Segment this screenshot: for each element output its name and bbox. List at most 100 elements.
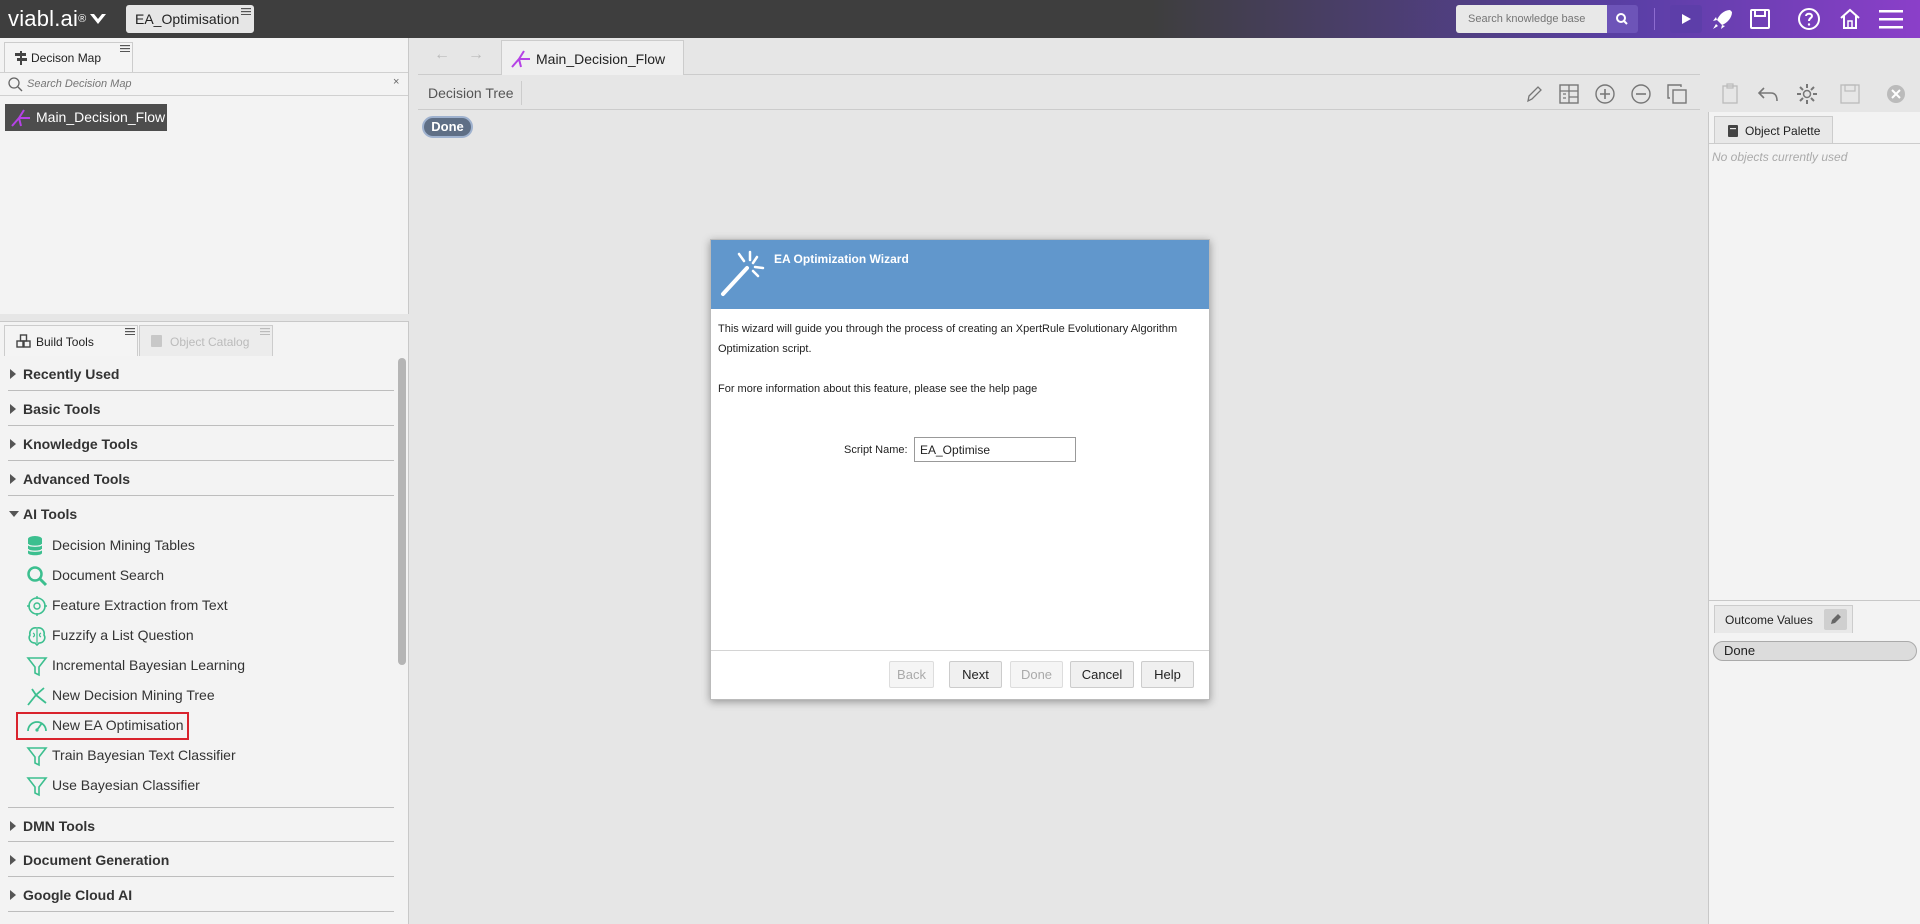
tool-label: New Decision Mining Tree bbox=[52, 687, 215, 703]
category-ai-tools[interactable]: AI Tools bbox=[8, 496, 394, 531]
category-basic-tools[interactable]: Basic Tools bbox=[8, 391, 394, 426]
build-tools-list: Recently Used Basic Tools Knowledge Tool… bbox=[0, 356, 395, 924]
toolbar-divider bbox=[521, 81, 522, 105]
tool-incremental-bayesian-learning[interactable]: Incremental Bayesian Learning bbox=[0, 651, 395, 681]
category-dmn-tools[interactable]: DMN Tools bbox=[8, 807, 394, 842]
category-advanced-tools[interactable]: Advanced Tools bbox=[8, 461, 394, 496]
edit-button[interactable] bbox=[1522, 82, 1546, 106]
menu-icon[interactable] bbox=[241, 8, 251, 15]
tab-object-palette-label: Object Palette bbox=[1745, 124, 1821, 138]
dialog-body: This wizard will guide you through the p… bbox=[718, 319, 1198, 419]
tool-fuzzify-list-question[interactable]: Fuzzify a List Question bbox=[0, 621, 395, 651]
menu-icon[interactable] bbox=[125, 328, 135, 335]
next-button[interactable]: Next bbox=[949, 661, 1002, 688]
tool-document-search[interactable]: Document Search bbox=[0, 561, 395, 591]
category-label: Knowledge Tools bbox=[23, 436, 138, 452]
copy-button[interactable] bbox=[1665, 82, 1689, 106]
script-name-input[interactable] bbox=[914, 437, 1076, 462]
menu-icon[interactable] bbox=[260, 328, 270, 335]
search-decision-map-input[interactable] bbox=[27, 76, 367, 92]
settings-button[interactable] bbox=[1795, 82, 1819, 106]
tab-object-catalog[interactable]: Object Catalog bbox=[139, 325, 273, 356]
empty-palette-text: No objects currently used bbox=[1712, 150, 1848, 164]
save-diagram-button[interactable] bbox=[1838, 82, 1862, 106]
expand-arrow-icon bbox=[10, 369, 16, 379]
expand-arrow-icon bbox=[10, 890, 16, 900]
decision-map-item-label: Main_Decision_Flow bbox=[36, 109, 166, 125]
ea-optimization-wizard-dialog: EA Optimization Wizard This wizard will … bbox=[710, 239, 1210, 700]
undo-icon bbox=[1757, 87, 1778, 102]
tab-main-decision-flow[interactable]: Main_Decision_Flow bbox=[501, 40, 684, 75]
tool-label: Fuzzify a List Question bbox=[52, 627, 194, 643]
hamburger-icon bbox=[1879, 10, 1903, 29]
home-icon bbox=[1840, 8, 1860, 29]
outcome-values-panel: Outcome Values Done bbox=[1708, 600, 1920, 924]
paste-button[interactable] bbox=[1718, 82, 1742, 106]
back-arrow-icon[interactable]: ← bbox=[434, 46, 450, 64]
run-button[interactable] bbox=[1670, 5, 1702, 33]
undo-button[interactable] bbox=[1756, 82, 1780, 106]
zoom-in-button[interactable] bbox=[1593, 82, 1617, 106]
copy-icon bbox=[1667, 84, 1687, 104]
tool-new-decision-mining-tree[interactable]: New Decision Mining Tree bbox=[0, 681, 395, 711]
dialog-footer-divider bbox=[711, 650, 1209, 651]
help-icon bbox=[1798, 8, 1820, 30]
done-button[interactable]: Done bbox=[1010, 661, 1063, 688]
tool-feature-extraction[interactable]: Feature Extraction from Text bbox=[0, 591, 395, 621]
expand-arrow-icon bbox=[10, 474, 16, 484]
zoom-in-icon bbox=[1595, 84, 1615, 104]
collapse-arrow-icon bbox=[9, 511, 19, 517]
category-label: AI Tools bbox=[23, 506, 78, 522]
tool-new-ea-optimisation[interactable]: New EA Optimisation bbox=[0, 711, 395, 741]
help-button[interactable]: Help bbox=[1141, 661, 1194, 688]
search-knowledge-base-input[interactable] bbox=[1456, 5, 1607, 33]
help-info-text: For more information about this feature,… bbox=[718, 383, 1038, 395]
category-google-cloud-ai[interactable]: Google Cloud AI bbox=[8, 877, 394, 912]
forward-arrow-icon[interactable]: → bbox=[468, 46, 484, 64]
edit-outcomes-button[interactable] bbox=[1824, 609, 1847, 630]
category-recently-used[interactable]: Recently Used bbox=[8, 356, 394, 391]
decision-flow-icon bbox=[511, 50, 530, 68]
save-icon bbox=[1840, 84, 1860, 104]
outcome-value-item[interactable]: Done bbox=[1713, 641, 1917, 661]
tab-outcome-values[interactable]: Outcome Values bbox=[1714, 605, 1853, 633]
tab-decision-map[interactable]: Decison Map bbox=[4, 42, 133, 72]
tab-object-palette[interactable]: Object Palette bbox=[1714, 116, 1833, 144]
help-button[interactable] bbox=[1794, 5, 1824, 33]
search-button[interactable] bbox=[1607, 5, 1638, 33]
decision-map-item[interactable]: Main_Decision_Flow bbox=[5, 104, 167, 131]
tool-train-bayesian-text-classifier[interactable]: Train Bayesian Text Classifier bbox=[0, 741, 395, 771]
tool-label: Incremental Bayesian Learning bbox=[52, 657, 246, 673]
deploy-button[interactable] bbox=[1708, 5, 1738, 33]
dialog-title: EA Optimization Wizard bbox=[774, 252, 909, 266]
cancel-button[interactable]: Cancel bbox=[1070, 661, 1134, 688]
knowledge-base-tab[interactable]: EA_Optimisation bbox=[126, 5, 254, 33]
tool-label: Train Bayesian Text Classifier bbox=[52, 747, 236, 763]
layout-button[interactable] bbox=[1557, 82, 1581, 106]
tool-decision-mining-tables[interactable]: Decision Mining Tables bbox=[0, 531, 395, 561]
search-icon bbox=[1616, 13, 1628, 25]
app-logo[interactable]: viabl.ai ® bbox=[8, 6, 108, 32]
tool-use-bayesian-classifier[interactable]: Use Bayesian Classifier bbox=[0, 771, 395, 801]
save-button[interactable] bbox=[1745, 5, 1775, 33]
category-label: Basic Tools bbox=[23, 401, 101, 417]
tab-build-tools[interactable]: Build Tools bbox=[4, 325, 138, 356]
done-node[interactable]: Done bbox=[422, 116, 473, 138]
close-editor-button[interactable] bbox=[1884, 82, 1908, 106]
decision-map-panel: Decison Map × Main_Decision_Flow bbox=[0, 38, 409, 314]
back-button[interactable]: Back bbox=[889, 661, 934, 688]
toolbar-divider bbox=[1654, 8, 1655, 30]
cubes-icon bbox=[16, 334, 31, 348]
menu-icon[interactable] bbox=[120, 45, 130, 52]
expand-arrow-icon bbox=[10, 439, 16, 449]
category-knowledge-tools[interactable]: Knowledge Tools bbox=[8, 426, 394, 461]
scrollbar[interactable] bbox=[398, 358, 406, 665]
main-menu-button[interactable] bbox=[1876, 5, 1906, 33]
category-document-generation[interactable]: Document Generation bbox=[8, 842, 394, 877]
clear-search-icon[interactable]: × bbox=[393, 76, 399, 88]
editor-toolbar: Decision Tree bbox=[418, 76, 1700, 110]
zoom-out-icon bbox=[1631, 84, 1651, 104]
tool-label: Use Bayesian Classifier bbox=[52, 777, 200, 793]
zoom-out-button[interactable] bbox=[1629, 82, 1653, 106]
home-button[interactable] bbox=[1835, 5, 1865, 33]
